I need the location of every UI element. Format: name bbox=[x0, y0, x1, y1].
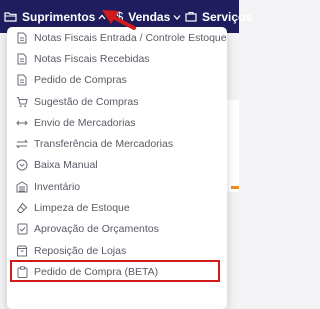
chevron-circle-icon bbox=[16, 159, 28, 171]
menu-item-pedido-de-compra-beta[interactable]: Pedido de Compra (BETA) bbox=[7, 261, 227, 282]
menu-item-label: Notas Fiscais Recebidas bbox=[34, 52, 150, 65]
menu-item-sugestao-de-compras[interactable]: Sugestão de Compras bbox=[7, 91, 227, 112]
menu-item-label: Notas Fiscais Entrada / Controle Estoque bbox=[34, 31, 227, 44]
menu-item-transferencia-de-mercadorias[interactable]: Transferência de Mercadorias bbox=[7, 134, 227, 155]
menu-item-pedido-de-compras[interactable]: Pedido de Compras bbox=[7, 70, 227, 91]
document-icon bbox=[16, 53, 28, 65]
shopping-cart-icon bbox=[16, 96, 28, 108]
nav-vendas-label: Vendas bbox=[128, 9, 171, 24]
menu-item-envio-de-mercadorias[interactable]: Envio de Mercadorias bbox=[7, 112, 227, 133]
menu-item-label: Limpeza de Estoque bbox=[34, 202, 130, 215]
briefcase-icon bbox=[185, 11, 197, 22]
menu-item-label: Sugestão de Compras bbox=[34, 95, 139, 108]
eraser-icon bbox=[16, 202, 28, 214]
nav-servicos-label: Serviços bbox=[202, 9, 253, 24]
document-icon bbox=[16, 74, 28, 86]
nav-suprimentos-label: Suprimentos bbox=[22, 9, 96, 24]
menu-item-label: Envio de Mercadorias bbox=[34, 116, 136, 129]
warehouse-icon bbox=[16, 181, 28, 193]
menu-item-notas-fiscais-recebidas[interactable]: Notas Fiscais Recebidas bbox=[7, 48, 227, 69]
suprimentos-dropdown-menu: Notas Fiscais Entrada / Controle Estoque… bbox=[7, 27, 227, 309]
menu-item-label: Pedido de Compra (BETA) bbox=[34, 265, 159, 278]
box-icon bbox=[16, 245, 28, 257]
accent-line bbox=[231, 186, 239, 189]
chevron-up-icon bbox=[98, 14, 106, 20]
menu-item-reposicao-de-lojas[interactable]: Reposição de Lojas bbox=[7, 240, 227, 261]
menu-item-limpeza-de-estoque[interactable]: Limpeza de Estoque bbox=[7, 197, 227, 218]
menu-item-aprovacao-de-orcamentos[interactable]: Aprovação de Orçamentos bbox=[7, 219, 227, 240]
document-icon bbox=[16, 32, 28, 44]
menu-item-baixa-manual[interactable]: Baixa Manual bbox=[7, 155, 227, 176]
check-document-icon bbox=[16, 223, 28, 235]
menu-item-label: Aprovação de Orçamentos bbox=[34, 223, 159, 236]
menu-item-label: Transferência de Mercadorias bbox=[34, 138, 174, 151]
menu-item-notas-fiscais-entrada[interactable]: Notas Fiscais Entrada / Controle Estoque bbox=[7, 27, 227, 48]
transfer-arrows-icon bbox=[16, 138, 28, 150]
clipboard-icon bbox=[16, 266, 28, 278]
menu-item-label: Inventário bbox=[34, 180, 81, 193]
dollar-icon: $ bbox=[116, 9, 124, 24]
chevron-down-icon bbox=[173, 14, 181, 20]
menu-item-label: Reposição de Lojas bbox=[34, 244, 127, 257]
arrows-horizontal-icon bbox=[16, 117, 28, 129]
menu-item-label: Pedido de Compras bbox=[34, 74, 127, 87]
menu-item-label: Baixa Manual bbox=[34, 159, 98, 172]
folder-icon bbox=[4, 11, 17, 22]
menu-item-inventario[interactable]: Inventário bbox=[7, 176, 227, 197]
